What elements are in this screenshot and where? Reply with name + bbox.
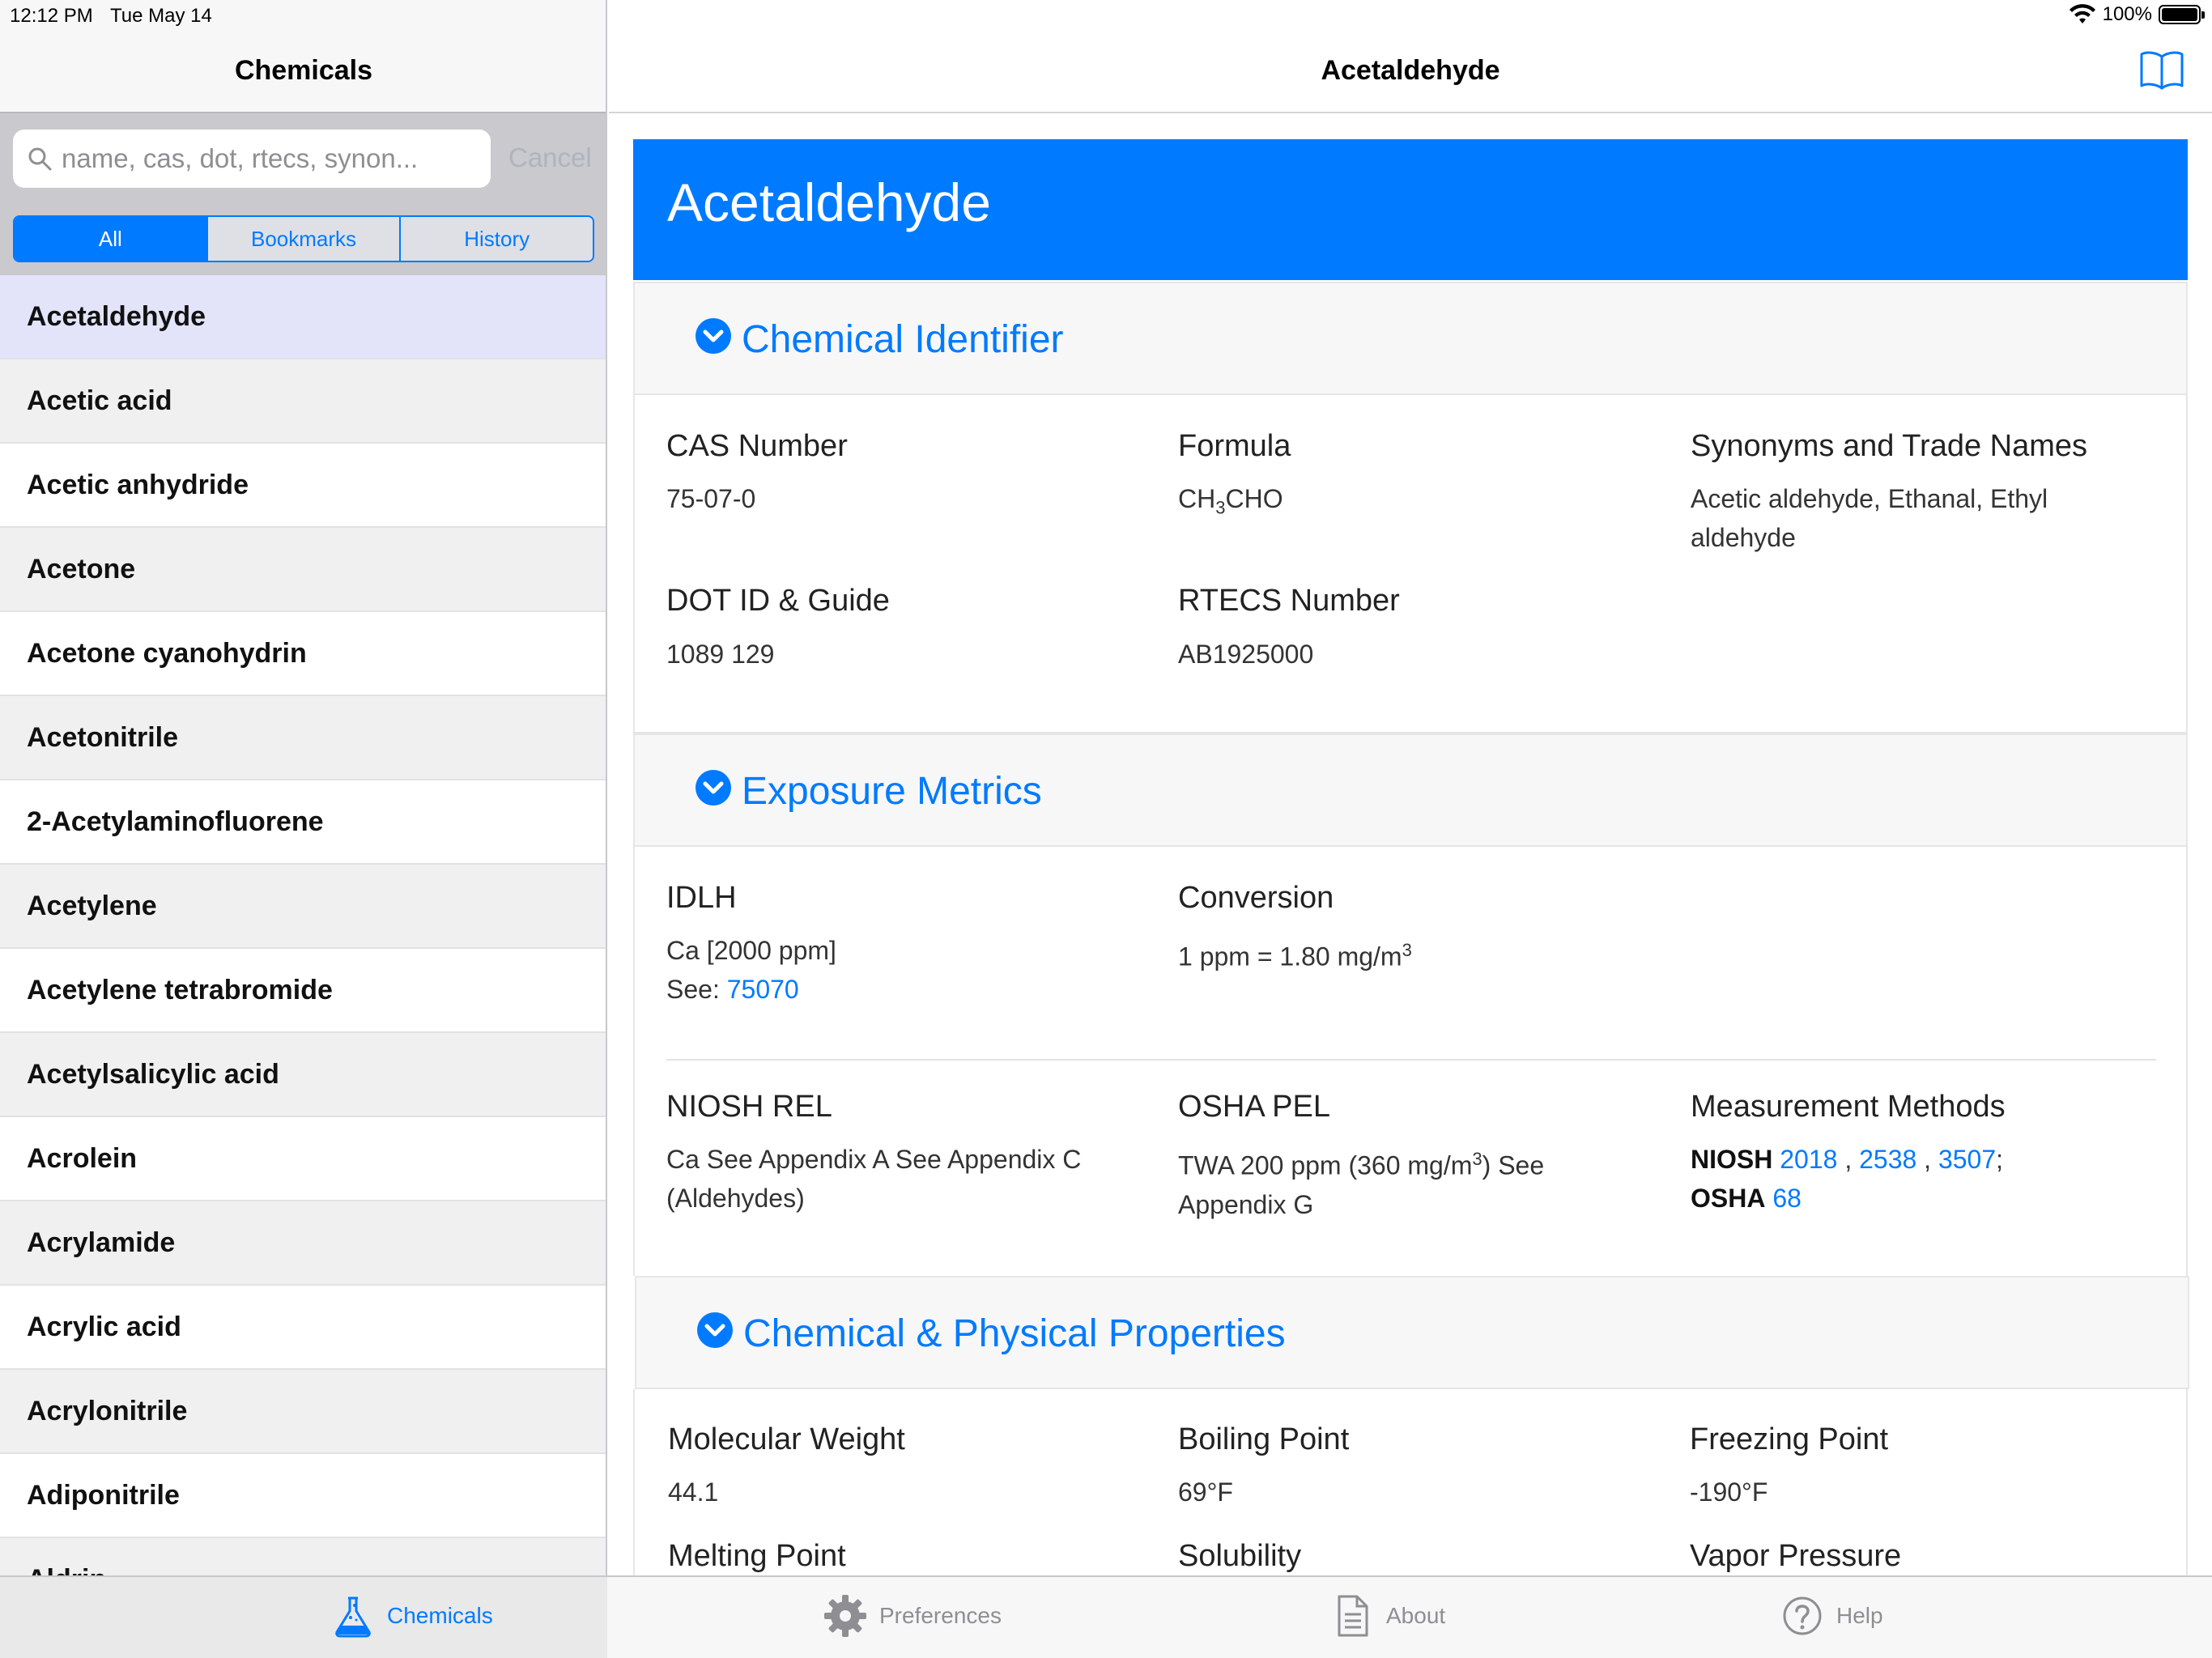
freezing-point-value: -190°F bbox=[1690, 1477, 1768, 1507]
list-item[interactable]: Acrylonitrile bbox=[0, 1370, 606, 1454]
rtecs-label: RTECS Number bbox=[1178, 584, 1400, 618]
method-link[interactable]: 2018 bbox=[1780, 1145, 1837, 1174]
segment-all[interactable]: All bbox=[15, 217, 208, 261]
melting-point-label: Melting Point bbox=[668, 1539, 846, 1573]
idlh-label: IDLH bbox=[666, 881, 737, 915]
list-item[interactable]: 2-Acetylaminofluorene bbox=[0, 780, 606, 865]
osha-pel-label: OSHA PEL bbox=[1178, 1090, 1330, 1124]
list-item[interactable]: Acetic acid bbox=[0, 359, 606, 444]
niosh-rel-value: Ca See Appendix A See Appendix C (Aldehyd… bbox=[666, 1145, 1082, 1213]
conversion-value: 1 ppm = 1.80 mg/m3 bbox=[1178, 940, 1412, 971]
rtecs-value: AB1925000 bbox=[1178, 640, 1314, 669]
question-icon bbox=[1783, 1596, 1822, 1635]
cas-label: CAS Number bbox=[666, 429, 848, 463]
tab-label: Help bbox=[1836, 1603, 1883, 1628]
cas-value: 75-07-0 bbox=[666, 484, 756, 513]
method-link[interactable]: 68 bbox=[1772, 1184, 1802, 1213]
list-item[interactable]: Acrylamide bbox=[0, 1201, 606, 1286]
list-item[interactable]: Acetaldehyde bbox=[0, 275, 606, 359]
battery-percent: 100% bbox=[2102, 3, 2152, 25]
osha-pel-value: TWA 200 ppm (360 mg/m3) See Appendix G bbox=[1178, 1149, 1545, 1219]
tab-label: About bbox=[1386, 1603, 1446, 1628]
list-item[interactable]: Acetylsalicylic acid bbox=[0, 1033, 606, 1117]
section-title: Chemical Identifier bbox=[742, 318, 1064, 361]
methods-label: Measurement Methods bbox=[1691, 1090, 2006, 1124]
boiling-point-label: Boiling Point bbox=[1178, 1422, 1350, 1456]
methods-value: NIOSH 2018 , 2538 , 3507; OSHA 68 bbox=[1691, 1145, 2004, 1213]
dot-label: DOT ID & Guide bbox=[666, 584, 890, 618]
idlh-value: Ca [2000 ppm] See: 75070 bbox=[666, 936, 836, 1004]
tab-label: Chemicals bbox=[387, 1603, 493, 1628]
method-link[interactable]: 3507 bbox=[1938, 1145, 1996, 1174]
list-item[interactable]: Acetylene bbox=[0, 865, 606, 949]
formula-value: CH3CHO bbox=[1178, 484, 1283, 518]
formula-label: Formula bbox=[1178, 429, 1291, 463]
chemical-list: Acetaldehyde Acetic acid Acetic anhydrid… bbox=[0, 275, 606, 1575]
idlh-link[interactable]: 75070 bbox=[727, 975, 799, 1004]
list-item[interactable]: Acrylic acid bbox=[0, 1286, 606, 1370]
list-item[interactable]: Acetone bbox=[0, 528, 606, 612]
molecular-weight-label: Molecular Weight bbox=[668, 1422, 905, 1456]
list-item[interactable]: Adiponitrile bbox=[0, 1454, 606, 1538]
status-time: 12:12 PM bbox=[10, 5, 93, 27]
tab-about[interactable]: About bbox=[1329, 1593, 1445, 1639]
section-title: Chemical & Physical Properties bbox=[743, 1312, 1286, 1355]
tab-preferences[interactable]: Preferences bbox=[823, 1593, 1002, 1639]
chevron-down-icon bbox=[697, 1312, 733, 1348]
status-date: Tue May 14 bbox=[110, 5, 212, 27]
section-body-properties bbox=[633, 1389, 2188, 1575]
search-area: Cancel All Bookmarks History bbox=[0, 113, 606, 275]
tab-bar-selected-bg bbox=[0, 1577, 607, 1658]
segment-bookmarks[interactable]: Bookmarks bbox=[207, 217, 402, 261]
tab-chemicals[interactable]: Chemicals bbox=[330, 1593, 493, 1639]
document-icon bbox=[1338, 1595, 1368, 1637]
section-header-exposure[interactable]: Exposure Metrics bbox=[633, 733, 2188, 847]
status-indicators: 100% bbox=[2069, 3, 2205, 26]
list-item[interactable]: Acrolein bbox=[0, 1117, 606, 1201]
chemical-banner: Acetaldehyde bbox=[633, 139, 2188, 280]
conversion-label: Conversion bbox=[1178, 881, 1334, 915]
detail-pane: Acetaldehyde Acetaldehyde Chemical Ident… bbox=[609, 0, 2212, 1575]
list-item[interactable]: Acetone cyanohydrin bbox=[0, 612, 606, 696]
flask-icon bbox=[335, 1596, 371, 1638]
list-item[interactable]: Acetylene tetrabromide bbox=[0, 949, 606, 1033]
search-input[interactable] bbox=[62, 143, 483, 174]
book-icon[interactable] bbox=[2139, 50, 2184, 91]
cancel-button[interactable]: Cancel bbox=[508, 142, 592, 173]
chevron-down-icon bbox=[696, 318, 731, 354]
banner-title: Acetaldehyde bbox=[667, 172, 991, 232]
search-icon bbox=[28, 147, 52, 171]
freezing-point-label: Freezing Point bbox=[1690, 1422, 1889, 1456]
segmented-control: All Bookmarks History bbox=[13, 215, 594, 262]
vapor-pressure-label: Vapor Pressure bbox=[1690, 1539, 1902, 1573]
chevron-down-icon bbox=[696, 770, 731, 806]
sidebar-title: Chemicals bbox=[234, 55, 373, 86]
battery-icon bbox=[2159, 5, 2205, 24]
tab-help[interactable]: Help bbox=[1780, 1593, 1883, 1639]
sidebar: Chemicals Cancel All Bookmarks History A… bbox=[0, 0, 607, 1575]
boiling-point-value: 69°F bbox=[1178, 1477, 1233, 1507]
tab-bar: Chemicals Preferences About Help bbox=[0, 1575, 2212, 1658]
list-item[interactable]: Acetonitrile bbox=[0, 696, 606, 780]
section-header-properties[interactable]: Chemical & Physical Properties bbox=[635, 1276, 2189, 1389]
synonyms-label: Synonyms and Trade Names bbox=[1691, 429, 2088, 463]
divider bbox=[666, 1059, 2156, 1061]
solubility-label: Solubility bbox=[1178, 1539, 1302, 1573]
gear-icon bbox=[824, 1595, 866, 1637]
molecular-weight-value: 44.1 bbox=[668, 1477, 719, 1507]
dot-value: 1089 129 bbox=[666, 640, 775, 669]
status-bar: 12:12 PM Tue May 14 100% bbox=[0, 0, 2212, 32]
section-header-identifier[interactable]: Chemical Identifier bbox=[633, 282, 2188, 395]
tab-label: Preferences bbox=[879, 1603, 1002, 1628]
section-title: Exposure Metrics bbox=[742, 770, 1042, 813]
segment-history[interactable]: History bbox=[401, 217, 593, 261]
list-item[interactable]: Aldrin bbox=[0, 1538, 606, 1575]
niosh-rel-label: NIOSH REL bbox=[666, 1090, 832, 1124]
search-box[interactable] bbox=[13, 130, 491, 188]
method-link[interactable]: 2538 bbox=[1859, 1145, 1916, 1174]
synonyms-value: Acetic aldehyde, Ethanal, Ethyl aldehyde bbox=[1691, 484, 2048, 552]
list-item[interactable]: Acetic anhydride bbox=[0, 444, 606, 528]
wifi-icon bbox=[2069, 4, 2095, 23]
detail-title: Acetaldehyde bbox=[1321, 55, 1500, 86]
